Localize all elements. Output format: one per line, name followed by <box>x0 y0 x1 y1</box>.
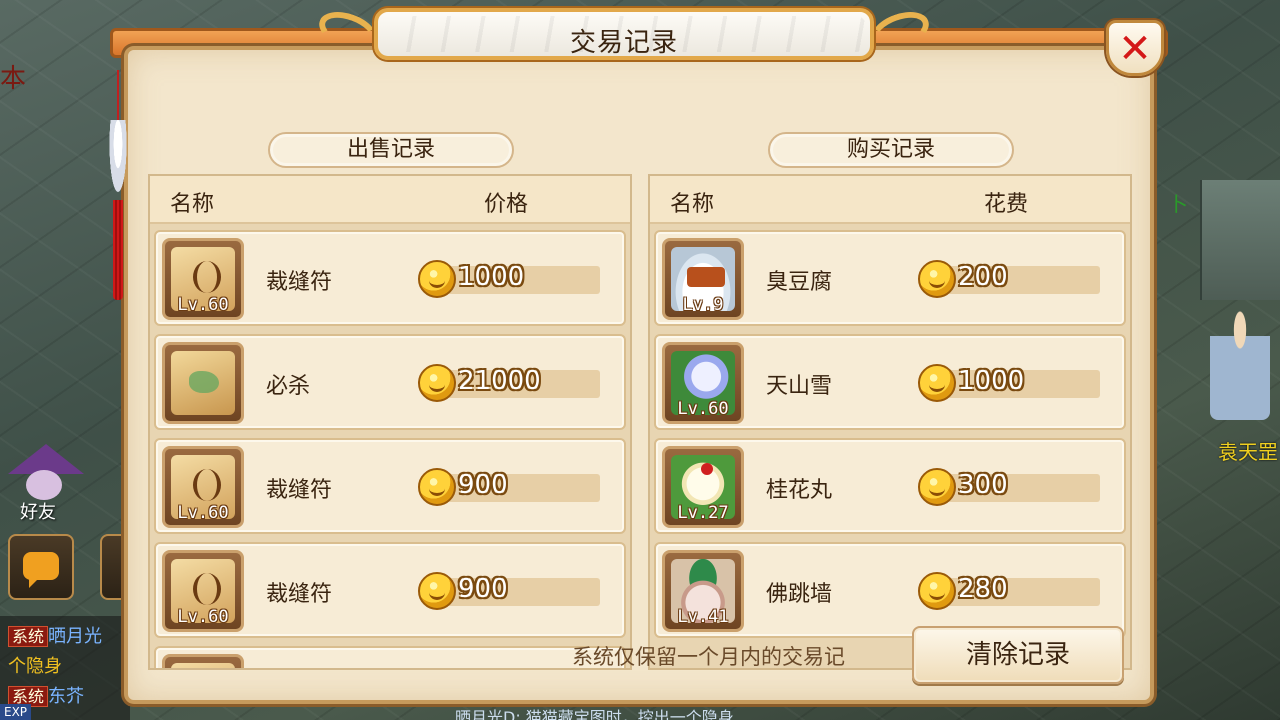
chat-text: 个隐身 <box>8 656 62 677</box>
sell-list-header: 名称 价格 <box>150 176 630 224</box>
sell-record-row[interactable]: Lv.60 裁缝符 900 <box>154 542 626 638</box>
sell-record-row[interactable]: Lv.60 裁缝符 900 <box>154 438 626 534</box>
sell-records-list[interactable]: 名称 价格 Lv.60 裁缝符 1000 必杀 21000 Lv.60 裁缝符 … <box>148 174 632 670</box>
item-price: 1000 <box>458 262 525 292</box>
buy-record-row[interactable]: Lv.60 天山雪 1000 <box>654 334 1126 430</box>
item-price: 200 <box>958 262 1008 292</box>
col-name-header: 名称 <box>170 192 215 217</box>
osmanthus-ball-icon: Lv.27 <box>662 446 744 528</box>
buy-records-header: 购买记录 <box>768 132 1014 168</box>
item-level: Lv.41 <box>677 607 729 627</box>
close-button[interactable]: ✕ <box>1106 20 1164 76</box>
dialog-title: 交易记录 <box>569 28 678 58</box>
tassel-decoration <box>106 70 130 300</box>
item-name: 裁缝符 <box>266 270 333 295</box>
item-level: Lv.60 <box>177 607 229 627</box>
buy-list-header: 名称 花费 <box>650 176 1130 224</box>
item-price: 900 <box>458 574 508 604</box>
chat-text: 东芥 <box>48 686 85 707</box>
buy-record-row[interactable]: Lv.27 桂花丸 300 <box>654 438 1126 534</box>
item-name: 必杀 <box>266 374 311 399</box>
chat-tag: 系统 <box>8 626 49 647</box>
item-price: 300 <box>958 470 1008 500</box>
scroll-icon: Lv.60 <box>162 446 244 528</box>
sell-record-row-partial[interactable] <box>154 646 626 668</box>
gold-coin-icon <box>918 468 956 506</box>
item-level: Lv.27 <box>677 503 729 523</box>
friend-avatar[interactable] <box>4 444 84 504</box>
item-price: 280 <box>958 574 1008 604</box>
scene-right-text: 卜 <box>1168 192 1188 216</box>
sell-record-row[interactable]: Lv.60 裁缝符 1000 <box>154 230 626 326</box>
item-price: 900 <box>458 470 508 500</box>
sell-record-row[interactable]: 必杀 21000 <box>154 334 626 430</box>
buy-record-row[interactable]: Lv.41 佛跳墙 280 <box>654 542 1126 638</box>
chat-text: 晒月光 <box>48 626 103 647</box>
item-level: Lv.60 <box>177 503 229 523</box>
item-name: 臭豆腐 <box>766 270 833 295</box>
chat-line: 系统 晒月光 <box>8 622 102 648</box>
chat-line: 个隐身 <box>8 652 62 678</box>
trade-record-dialog: 出售记录 购买记录 名称 价格 Lv.60 裁缝符 1000 必杀 21000 <box>124 46 1154 704</box>
scene-left-text: 本 <box>0 64 27 94</box>
avatar-face <box>26 470 62 500</box>
item-price: 21000 <box>458 366 541 396</box>
sell-records-header: 出售记录 <box>268 132 514 168</box>
item-name: 裁缝符 <box>266 478 333 503</box>
map-scroll-icon <box>162 342 244 424</box>
col-name-header: 名称 <box>670 192 715 217</box>
gold-coin-icon <box>918 260 956 298</box>
scene-tower <box>1200 180 1280 300</box>
scroll-icon: Lv.60 <box>162 238 244 320</box>
side-button[interactable] <box>100 534 126 600</box>
chat-button[interactable] <box>8 534 74 600</box>
exp-label: EXP <box>0 704 32 720</box>
buy-record-row[interactable]: Lv.9 臭豆腐 200 <box>654 230 1126 326</box>
close-icon: ✕ <box>1118 26 1152 72</box>
item-name: 天山雪 <box>766 374 833 399</box>
gold-coin-icon <box>418 468 456 506</box>
lotus-icon: Lv.60 <box>662 342 744 424</box>
col-cost-header: 花费 <box>984 192 1029 217</box>
col-price-header: 价格 <box>484 192 529 217</box>
scroll-icon: Lv.60 <box>162 550 244 632</box>
npc-name-label: 袁天罡 <box>1218 440 1278 464</box>
scroll-icon <box>162 654 244 668</box>
jar-icon: Lv.41 <box>662 550 744 632</box>
gold-coin-icon <box>918 364 956 402</box>
buy-records-list[interactable]: 名称 花费 Lv.9 臭豆腐 200 Lv.60 天山雪 1000 Lv.27 … <box>648 174 1132 670</box>
retention-note: 系统仅保留一个月内的交易记 <box>572 645 845 669</box>
item-price: 1000 <box>958 366 1025 396</box>
gold-coin-icon <box>418 572 456 610</box>
item-name: 裁缝符 <box>266 582 333 607</box>
item-level: Lv.60 <box>677 399 729 419</box>
gold-coin-icon <box>418 364 456 402</box>
item-name: 佛跳墙 <box>766 582 833 607</box>
friend-label[interactable]: 好友 <box>20 498 56 524</box>
item-level: Lv.60 <box>177 295 229 315</box>
gold-coin-icon <box>418 260 456 298</box>
item-name: 桂花丸 <box>766 478 833 503</box>
dialog-title-plate: 交易记录 <box>374 8 874 60</box>
tofu-icon: Lv.9 <box>662 238 744 320</box>
npc-character[interactable] <box>1210 300 1270 420</box>
bottom-chat-text: 晒月光D: 猫猫藏宝图时，控出一个隐身 <box>455 708 734 720</box>
gold-coin-icon <box>918 572 956 610</box>
clear-records-button[interactable]: 清除记录 <box>912 626 1124 684</box>
item-level: Lv.9 <box>682 295 724 315</box>
chat-bubble-icon <box>23 552 59 588</box>
